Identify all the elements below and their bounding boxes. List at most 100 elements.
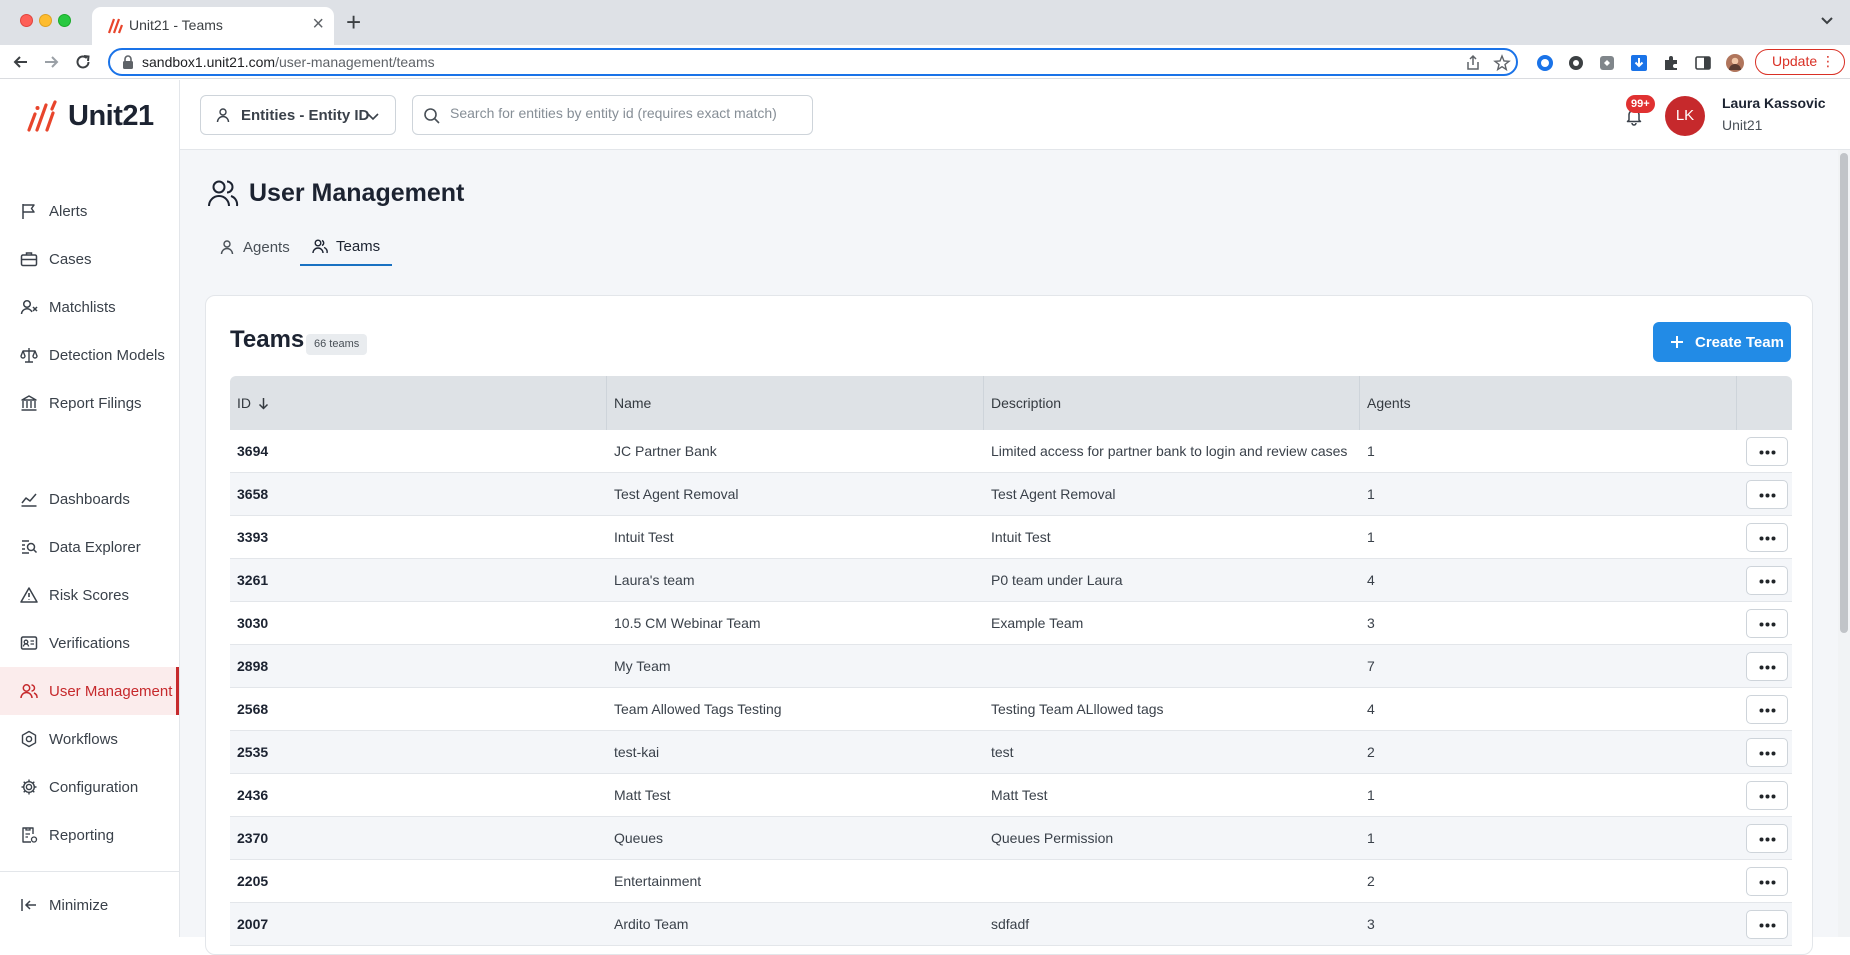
cell-description <box>984 645 991 688</box>
plus-icon <box>1669 334 1685 350</box>
share-icon[interactable] <box>1464 54 1482 72</box>
row-actions-button[interactable] <box>1746 695 1788 724</box>
search-icon <box>423 107 441 125</box>
tab-search-chevron-icon[interactable] <box>1818 12 1836 30</box>
table-row[interactable]: 2205Entertainment2 <box>230 860 1792 903</box>
cell-id: 3694 <box>230 430 268 473</box>
sidebar-item-label: Detection Models <box>49 347 165 364</box>
scrollbar-thumb[interactable] <box>1840 153 1848 633</box>
notification-badge: 99+ <box>1626 95 1655 113</box>
row-actions-button[interactable] <box>1746 824 1788 853</box>
close-tab-icon[interactable]: × <box>312 14 324 34</box>
sort-arrow-down-icon <box>257 397 270 410</box>
password-manager-extension-icon[interactable] <box>1536 54 1554 72</box>
sidebar-minimize-button[interactable]: Minimize <box>0 881 179 929</box>
sidebar-item-report-filings[interactable]: Report Filings <box>0 379 179 427</box>
browser-update-button[interactable]: Update⋮ <box>1755 49 1845 75</box>
download-icon[interactable] <box>1630 54 1648 72</box>
table-row[interactable]: 2007Ardito Teamsdfadf3 <box>230 903 1792 946</box>
teams-count-badge: 66 teams <box>306 334 367 355</box>
table-row[interactable]: 303010.5 CM Webinar TeamExample Team3 <box>230 602 1792 645</box>
teams-card: Teams 66 teams Create Team ID Name Descr… <box>205 295 1813 955</box>
extension-gear-icon[interactable] <box>1567 54 1585 72</box>
sidebar-item-user-management[interactable]: User Management <box>0 667 179 715</box>
sidebar-item-dashboards[interactable]: Dashboards <box>0 475 179 523</box>
sidebar-item-matchlists[interactable]: Matchlists <box>0 283 179 331</box>
back-arrow-icon[interactable] <box>10 51 32 73</box>
browser-tab[interactable]: Unit21 - Teams × <box>92 7 334 45</box>
sidebar-item-configuration[interactable]: Configuration <box>0 763 179 811</box>
row-actions-button[interactable] <box>1746 523 1788 552</box>
forward-arrow-icon[interactable] <box>40 51 62 73</box>
cell-agents: 2 <box>1360 731 1375 774</box>
window-close-button[interactable] <box>20 14 33 27</box>
extensions-puzzle-icon[interactable] <box>1662 54 1680 72</box>
unit21-logo[interactable]: Unit21 <box>26 99 154 133</box>
cell-description: Testing Team ALllowed tags <box>984 688 1164 731</box>
create-team-button[interactable]: Create Team <box>1653 322 1791 362</box>
table-row[interactable]: 2370QueuesQueues Permission1 <box>230 817 1792 860</box>
table-row[interactable]: 2535test-kaitest2 <box>230 731 1792 774</box>
sidebar-item-data-explorer[interactable]: Data Explorer <box>0 523 179 571</box>
row-actions-button[interactable] <box>1746 781 1788 810</box>
row-actions-button[interactable] <box>1746 867 1788 896</box>
table-row[interactable]: 2898My Team7 <box>230 645 1792 688</box>
column-header-agents[interactable]: Agents <box>1360 376 1737 430</box>
sidebar-item-risk-scores[interactable]: Risk Scores <box>0 571 179 619</box>
sidebar-item-detection-models[interactable]: Detection Models <box>0 331 179 379</box>
column-header-name[interactable]: Name <box>607 376 984 430</box>
row-actions-button[interactable] <box>1746 652 1788 681</box>
entity-search[interactable] <box>412 95 813 135</box>
row-actions-button[interactable] <box>1746 437 1788 466</box>
sidebar-item-workflows[interactable]: Workflows <box>0 715 179 763</box>
row-actions-button[interactable] <box>1746 566 1788 595</box>
users-icon <box>207 177 239 209</box>
cell-name: Entertainment <box>607 860 701 903</box>
sidebar-item-cases[interactable]: Cases <box>0 235 179 283</box>
bookmark-star-icon[interactable] <box>1493 54 1511 72</box>
cell-description: sdfadf <box>984 903 1029 946</box>
address-bar[interactable]: sandbox1.unit21.com/user-management/team… <box>108 48 1518 76</box>
new-tab-button[interactable]: + <box>346 9 361 35</box>
create-team-label: Create Team <box>1695 334 1784 351</box>
sidebar-item-verifications[interactable]: Verifications <box>0 619 179 667</box>
window-minimize-button[interactable] <box>39 14 52 27</box>
column-header-description[interactable]: Description <box>984 376 1360 430</box>
tab-agents[interactable]: Agents <box>207 228 302 266</box>
table-row[interactable]: 2436Matt TestMatt Test1 <box>230 774 1792 817</box>
table-row[interactable]: 3694JC Partner BankLimited access for pa… <box>230 430 1792 473</box>
page-scrollbar[interactable] <box>1838 150 1850 937</box>
sidebar-item-alerts[interactable]: Alerts <box>0 187 179 235</box>
bank-icon <box>20 394 38 412</box>
teams-table: ID Name Description Agents 3694 JC Partne… <box>230 376 1792 946</box>
entity-select-value: Entities - Entity ID <box>241 107 369 124</box>
column-header-id[interactable]: ID <box>230 376 607 430</box>
reload-icon[interactable] <box>72 51 94 73</box>
id-card-icon <box>20 634 38 652</box>
tab-teams[interactable]: Teams <box>300 228 392 266</box>
chevron-down-icon <box>365 108 381 124</box>
row-actions-button[interactable] <box>1746 738 1788 767</box>
cell-name: Test Agent Removal <box>607 473 739 516</box>
table-row[interactable]: 3261Laura's teamP0 team under Laura4 <box>230 559 1792 602</box>
scale-icon <box>20 346 38 364</box>
side-panel-icon[interactable] <box>1694 54 1712 72</box>
table-row[interactable]: 3658Test Agent RemovalTest Agent Removal… <box>230 473 1792 516</box>
gear-icon <box>20 778 38 796</box>
table-row[interactable]: 2568Team Allowed Tags TestingTesting Tea… <box>230 688 1792 731</box>
row-actions-button[interactable] <box>1746 910 1788 939</box>
lock-icon[interactable] <box>122 55 134 69</box>
table-row[interactable]: 3393Intuit TestIntuit Test1 <box>230 516 1792 559</box>
tab-label: Teams <box>336 238 380 255</box>
profile-avatar-icon[interactable] <box>1726 54 1744 72</box>
sidebar-item-reporting[interactable]: Reporting <box>0 811 179 859</box>
cell-name: JC Partner Bank <box>607 430 717 473</box>
window-zoom-button[interactable] <box>58 14 71 27</box>
extension-shield-icon[interactable] <box>1598 54 1616 72</box>
row-actions-button[interactable] <box>1746 609 1788 638</box>
avatar[interactable]: LK <box>1665 96 1705 136</box>
search-input[interactable] <box>450 105 800 121</box>
user-org: Unit21 <box>1722 117 1762 133</box>
row-actions-button[interactable] <box>1746 480 1788 509</box>
entity-type-select[interactable]: Entities - Entity ID <box>200 95 396 135</box>
